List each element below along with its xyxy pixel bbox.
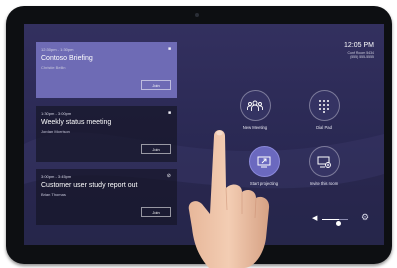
dial-pad-label: Dial Pad	[316, 125, 332, 130]
meeting-time: 1:30pm - 3:00pm	[41, 111, 72, 116]
join-button[interactable]: Join	[141, 80, 171, 90]
invite-room-button[interactable]: Invite this room	[294, 146, 354, 186]
link-icon: ⊘	[166, 173, 171, 179]
speaker-icon[interactable]: ◀	[312, 215, 317, 222]
meeting-organizer: Christie Bellin	[41, 65, 66, 70]
current-time: 12:05 PM	[344, 42, 374, 49]
volume-slider-thumb[interactable]	[336, 221, 342, 226]
invite-room-circle[interactable]	[308, 146, 340, 177]
video-camera-icon: ■	[167, 46, 171, 52]
room-phone: (555) 555-5555	[350, 55, 374, 59]
meeting-organizer: Brian Thomas	[41, 192, 66, 197]
dial-pad-button[interactable]: Dial Pad	[294, 90, 354, 130]
meeting-title: Customer user study report out	[41, 182, 138, 189]
meeting-title: Weekly status meeting	[41, 119, 112, 126]
join-button[interactable]: Join	[141, 144, 171, 154]
invite-room-label: Invite this room	[309, 181, 339, 186]
pointing-hand	[188, 130, 270, 268]
new-meeting-circle[interactable]	[239, 90, 271, 121]
dial-pad-circle[interactable]	[308, 90, 340, 121]
dialpad-icon	[319, 99, 329, 113]
meeting-title: Contoso Briefing	[41, 55, 93, 62]
meeting-time: 3:00pm - 3:45pm	[41, 174, 72, 179]
join-button[interactable]: Join	[141, 207, 171, 217]
meeting-time: 12:30pm - 1:30pm	[41, 47, 74, 52]
volume-slider-fill	[322, 219, 339, 220]
video-camera-icon: ■	[167, 110, 171, 116]
people-icon	[247, 100, 263, 111]
meeting-card-2[interactable]: 1:30pm - 3:00pm ■ Weekly status meeting …	[36, 106, 177, 162]
gear-icon[interactable]: ⚙	[361, 213, 369, 222]
front-camera	[195, 13, 199, 17]
meeting-card-3[interactable]: 3:00pm - 3:45pm ⊘ Customer user study re…	[36, 169, 177, 225]
meeting-organizer: Jordan Morrison	[41, 129, 70, 134]
clock-panel: 12:05 PM Conf Room 5434 (555) 555-5555	[344, 42, 374, 59]
invite-room-icon	[317, 156, 331, 168]
volume-slider[interactable]	[322, 219, 348, 226]
meeting-card-1[interactable]: 12:30pm - 1:30pm ■ Contoso Briefing Chri…	[36, 42, 177, 98]
volume-bar: ◀ ⚙	[312, 213, 372, 226]
